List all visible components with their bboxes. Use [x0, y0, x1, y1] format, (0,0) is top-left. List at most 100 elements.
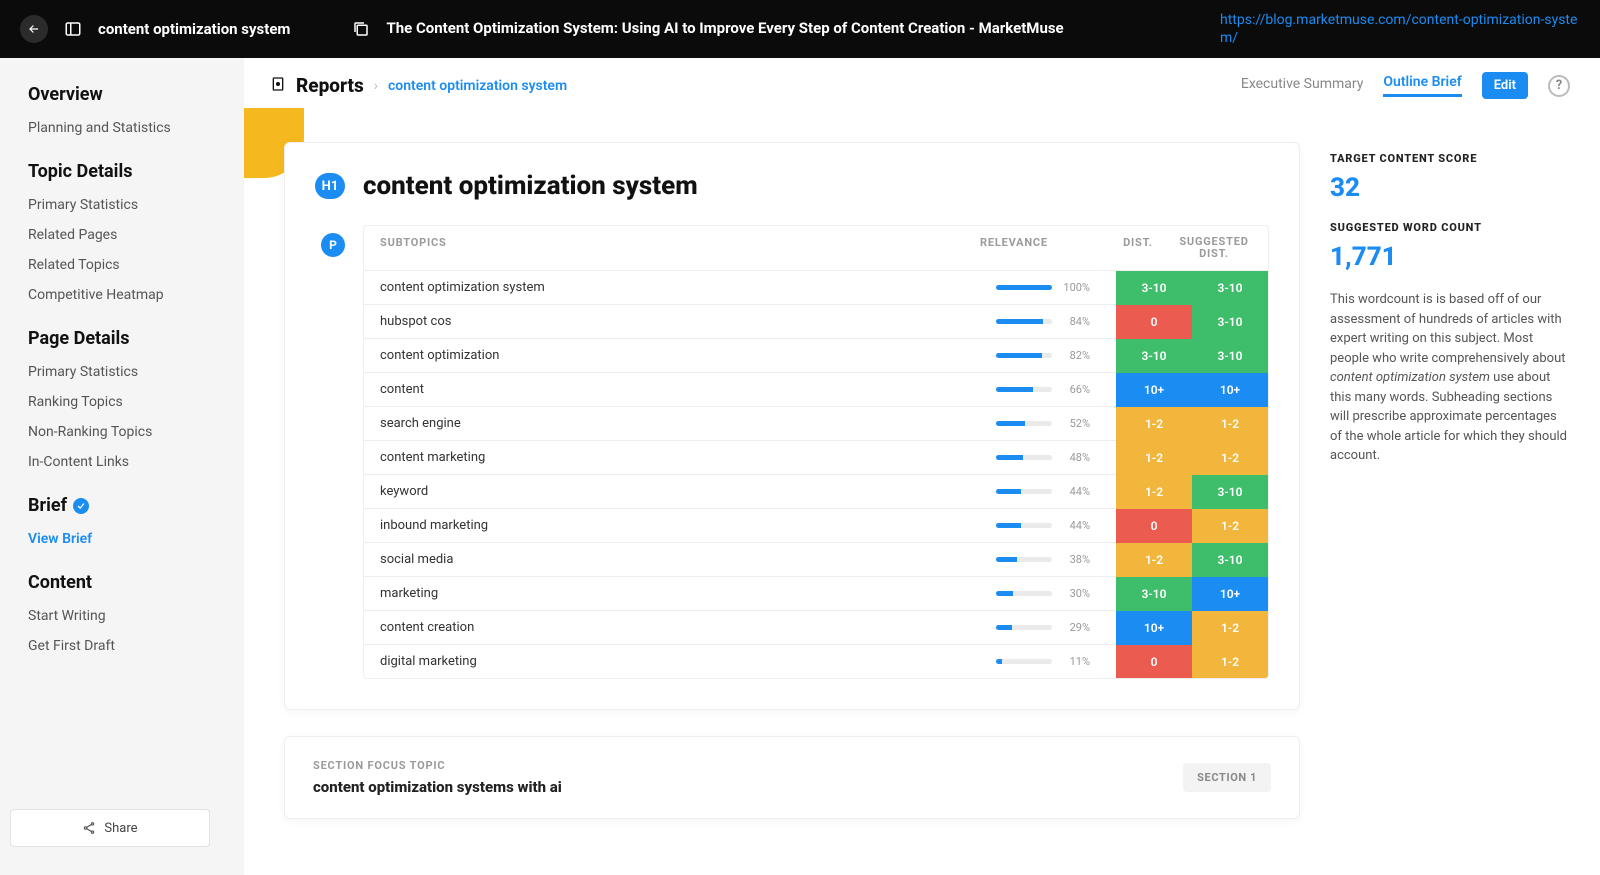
relevance-bar [996, 659, 1052, 664]
suggested-dist-cell: 1-2 [1192, 509, 1268, 543]
target-score-value: 32 [1330, 173, 1570, 203]
relevance-pct: 82% [1060, 349, 1090, 362]
breadcrumb-current[interactable]: content optimization system [388, 78, 567, 94]
topbar-url-link[interactable]: https://blog.marketmuse.com/content-opti… [1220, 11, 1580, 47]
panel-toggle-button[interactable] [62, 18, 84, 40]
sidebar-item-view-brief[interactable]: View Brief [28, 531, 244, 547]
h1-card: H1 content optimization system P SUBTOPI… [284, 142, 1300, 710]
relevance-cell: 84% [996, 315, 1116, 328]
open-external-button[interactable] [350, 18, 372, 40]
sidebar-group-topic-details: Topic Details [28, 161, 244, 182]
help-button[interactable]: ? [1548, 75, 1570, 97]
sidebar-item-get-first-draft[interactable]: Get First Draft [28, 638, 244, 654]
sidebar-item-nonranking-topics[interactable]: Non-Ranking Topics [28, 424, 244, 440]
dist-cell: 10+ [1116, 611, 1192, 645]
relevance-pct: 29% [1060, 621, 1090, 634]
h1-badge: H1 [315, 173, 345, 199]
relevance-cell: 44% [996, 519, 1116, 532]
relevance-bar [996, 557, 1052, 562]
suggested-dist-cell: 1-2 [1192, 611, 1268, 645]
suggested-dist-cell: 1-2 [1192, 407, 1268, 441]
table-row[interactable]: content creation29%10+1-2 [364, 610, 1268, 644]
wordcount-label: SUGGESTED WORD COUNT [1330, 221, 1570, 234]
edit-button[interactable]: Edit [1482, 72, 1528, 99]
table-row[interactable]: digital marketing11%01-2 [364, 644, 1268, 678]
sidebar-item-competitive-heatmap[interactable]: Competitive Heatmap [28, 287, 244, 303]
sidebar-group-content: Content [28, 572, 244, 593]
subtopics-table: SUBTOPICS RELEVANCE DIST. SUGGESTED DIST… [363, 225, 1269, 679]
tab-outline-brief[interactable]: Outline Brief [1383, 74, 1461, 97]
table-row[interactable]: content marketing48%1-21-2 [364, 440, 1268, 474]
topbar-page-title: The Content Optimization System: Using A… [386, 19, 1063, 39]
relevance-pct: 44% [1060, 519, 1090, 532]
relevance-pct: 48% [1060, 451, 1090, 464]
sidebar-item-related-pages[interactable]: Related Pages [28, 227, 244, 243]
dist-cell: 0 [1116, 305, 1192, 339]
suggested-dist-cell: 10+ [1192, 373, 1268, 407]
table-row[interactable]: content66%10+10+ [364, 372, 1268, 406]
table-row[interactable]: marketing30%3-1010+ [364, 576, 1268, 610]
sidebar-group-brief: Brief [28, 495, 244, 516]
relevance-bar [996, 523, 1052, 528]
sidebar-item-related-topics[interactable]: Related Topics [28, 257, 244, 273]
subtopic-cell: content optimization [380, 348, 996, 363]
relevance-cell: 82% [996, 349, 1116, 362]
relevance-pct: 100% [1060, 281, 1090, 294]
relevance-cell: 66% [996, 383, 1116, 396]
share-button[interactable]: Share [10, 809, 210, 847]
sidebar-group-overview: Overview [28, 84, 244, 105]
dist-cell: 3-10 [1116, 339, 1192, 373]
relevance-pct: 66% [1060, 383, 1090, 396]
main-scroll[interactable]: H1 content optimization system P SUBTOPI… [244, 112, 1320, 874]
dist-cell: 1-2 [1116, 441, 1192, 475]
table-header-row: SUBTOPICS RELEVANCE DIST. SUGGESTED DIST… [364, 226, 1268, 270]
col-header-subtopics: SUBTOPICS [380, 236, 980, 260]
p-badge: P [321, 233, 345, 257]
table-row[interactable]: keyword44%1-23-10 [364, 474, 1268, 508]
share-icon [82, 821, 96, 835]
relevance-bar [996, 421, 1052, 426]
suggested-dist-cell: 3-10 [1192, 475, 1268, 509]
subtopic-cell: social media [380, 552, 996, 567]
relevance-cell: 29% [996, 621, 1116, 634]
back-button[interactable] [20, 15, 48, 43]
relevance-cell: 52% [996, 417, 1116, 430]
relevance-pct: 84% [1060, 315, 1090, 328]
relevance-pct: 52% [1060, 417, 1090, 430]
relevance-bar [996, 455, 1052, 460]
sidebar-item-ranking-topics[interactable]: Ranking Topics [28, 394, 244, 410]
table-row[interactable]: search engine 52% 1-21-2 [364, 406, 1268, 440]
relevance-bar [996, 489, 1052, 494]
table-row[interactable]: inbound marketing44%01-2 [364, 508, 1268, 542]
reports-icon [270, 76, 286, 96]
relevance-pct: 38% [1060, 553, 1090, 566]
table-row[interactable]: social media38%1-23-10 [364, 542, 1268, 576]
sidebar-icon [64, 20, 82, 38]
sidebar-item-primary-stats-1[interactable]: Primary Statistics [28, 197, 244, 213]
table-row[interactable]: content optimization system 100% 3-103-10 [364, 270, 1268, 304]
relevance-cell: 30% [996, 587, 1116, 600]
relevance-pct: 11% [1060, 655, 1090, 668]
table-row[interactable]: hubspot cos84%03-10 [364, 304, 1268, 338]
topbar-mid: The Content Optimization System: Using A… [350, 18, 1063, 40]
sidebar-item-planning[interactable]: Planning and Statistics [28, 120, 244, 136]
top-app-bar: content optimization system The Content … [0, 0, 1600, 58]
sidebar-item-primary-stats-2[interactable]: Primary Statistics [28, 364, 244, 380]
arrow-left-icon [27, 22, 41, 36]
dist-cell: 3-10 [1116, 271, 1192, 305]
table-row[interactable]: content optimization82%3-103-10 [364, 338, 1268, 372]
subtopic-cell: content optimization system [380, 280, 996, 295]
dist-cell: 1-2 [1116, 407, 1192, 441]
content-header: Reports › content optimization system Ex… [244, 58, 1600, 112]
relevance-bar [996, 319, 1052, 324]
sidebar-item-start-writing[interactable]: Start Writing [28, 608, 244, 624]
tab-executive-summary[interactable]: Executive Summary [1241, 76, 1364, 96]
content-area: Reports › content optimization system Ex… [244, 58, 1600, 875]
relevance-cell: 38% [996, 553, 1116, 566]
suggested-dist-cell: 3-10 [1192, 271, 1268, 305]
subtopic-cell: search engine [380, 416, 996, 431]
relevance-cell: 44% [996, 485, 1116, 498]
suggested-dist-cell: 1-2 [1192, 441, 1268, 475]
sidebar-item-incontent-links[interactable]: In-Content Links [28, 454, 244, 470]
suggested-dist-cell: 3-10 [1192, 543, 1268, 577]
